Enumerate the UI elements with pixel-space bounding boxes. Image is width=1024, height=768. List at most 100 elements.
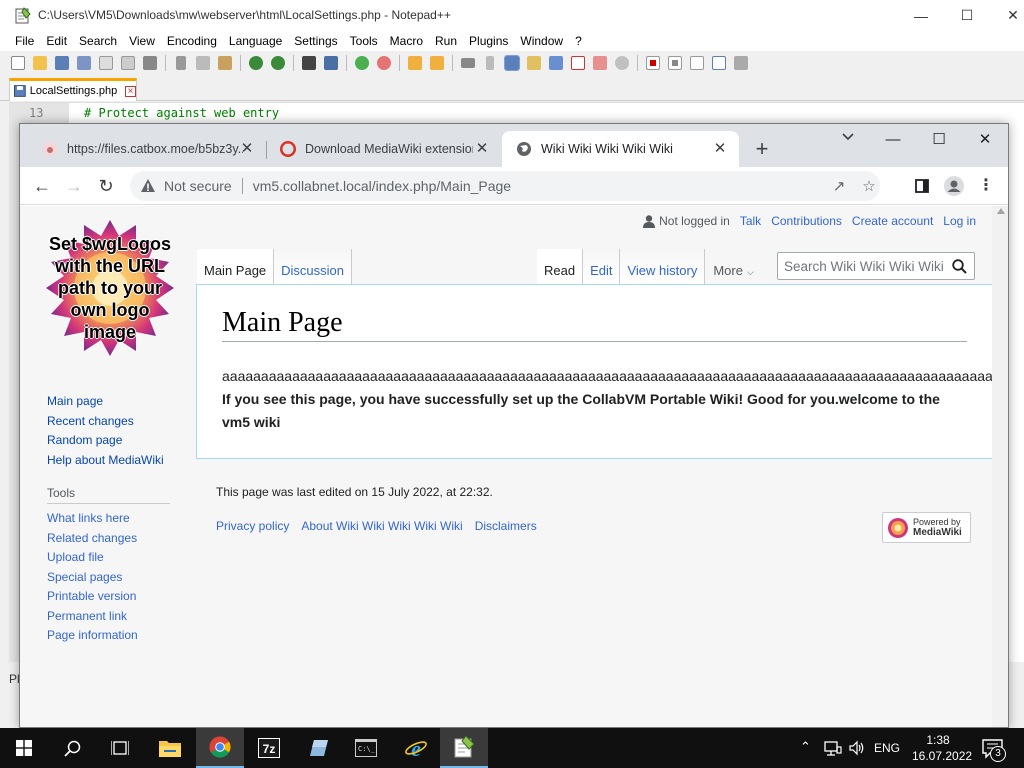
npp-menu-run[interactable]: Run	[429, 34, 463, 48]
chrome-minimize-button[interactable]: —	[870, 124, 916, 154]
page-scrollbar[interactable]	[992, 206, 1008, 727]
taskbar-file-explorer[interactable]	[146, 728, 194, 768]
taskbar-search-button[interactable]	[48, 728, 96, 768]
reload-button[interactable]: ↻	[92, 172, 120, 200]
privacy-policy-link[interactable]: Privacy policy	[216, 519, 289, 533]
more-menu[interactable]: More ⌵	[705, 249, 761, 285]
close-file-icon[interactable]	[96, 54, 116, 72]
npp-titlebar[interactable]: C:\Users\VM5\Downloads\mw\webserver\html…	[0, 0, 1024, 31]
find-icon[interactable]	[299, 54, 319, 72]
tab-main-page[interactable]: Main Page	[197, 249, 275, 285]
monitoring-icon[interactable]	[612, 54, 632, 72]
tab-close-icon[interactable]: ✕	[473, 140, 491, 158]
share-icon[interactable]: ↗	[830, 178, 848, 196]
chrome-tabstrip[interactable]: https://files.catbox.moe/b5bz3y... ✕ Dow…	[20, 124, 1008, 167]
taskbar-7zip[interactable]: 7z	[245, 728, 293, 768]
tab-view-history[interactable]: View history	[620, 249, 706, 285]
record-macro-icon[interactable]	[643, 54, 663, 72]
sidebar-item-random-page[interactable]: Random page	[47, 431, 164, 451]
open-file-icon[interactable]	[30, 54, 50, 72]
save-macro-icon[interactable]	[731, 54, 751, 72]
bookmark-star-icon[interactable]: ☆	[860, 178, 878, 196]
replace-icon[interactable]	[321, 54, 341, 72]
npp-tab-close-icon[interactable]: ×	[125, 85, 136, 97]
npp-close-button[interactable]: ✕	[990, 0, 1024, 31]
network-icon[interactable]	[824, 739, 842, 757]
taskbar-internet-explorer[interactable]: e	[392, 728, 440, 768]
paste-icon[interactable]	[215, 54, 235, 72]
input-language-indicator[interactable]: ENG	[874, 741, 900, 755]
indent-guide-icon[interactable]	[502, 54, 522, 72]
not-secure-label[interactable]: Not secure	[164, 178, 232, 194]
taskbar-app[interactable]	[294, 728, 342, 768]
npp-maximize-button[interactable]: ☐	[944, 0, 990, 31]
npp-menu-window[interactable]: Window	[514, 34, 569, 48]
npp-menu-help[interactable]: ?	[569, 34, 588, 48]
new-file-icon[interactable]	[8, 54, 28, 72]
taskbar-chrome[interactable]	[196, 728, 244, 768]
close-all-icon[interactable]	[118, 54, 138, 72]
show-all-chars-icon[interactable]	[480, 54, 500, 72]
npp-menu-language[interactable]: Language	[223, 34, 288, 48]
address-bar[interactable]: Not secure vm5.collabnet.local/index.php…	[130, 171, 880, 201]
doc-map-icon[interactable]	[546, 54, 566, 72]
search-icon[interactable]	[952, 259, 967, 274]
sidebar-item-main-page[interactable]: Main page	[47, 392, 164, 412]
system-clock[interactable]: 1:38 16.07.2022	[912, 732, 972, 764]
stop-macro-icon[interactable]	[665, 54, 685, 72]
contributions-link[interactable]: Contributions	[771, 214, 842, 228]
sidebar-item-what-links-here[interactable]: What links here	[47, 509, 138, 529]
volume-icon[interactable]	[848, 739, 866, 757]
npp-menu-plugins[interactable]: Plugins	[463, 34, 514, 48]
tab-discussion[interactable]: Discussion	[274, 249, 353, 285]
redo-icon[interactable]	[268, 54, 288, 72]
side-panel-icon[interactable]	[908, 172, 936, 200]
sidebar-item-printable-version[interactable]: Printable version	[47, 587, 138, 607]
udl-icon[interactable]	[524, 54, 544, 72]
chrome-maximize-button[interactable]: ☐	[916, 124, 962, 154]
log-in-link[interactable]: Log in	[943, 214, 976, 228]
wiki-logo[interactable]: Set $wgLogos with the URL path to your o…	[40, 218, 180, 358]
start-button[interactable]	[0, 728, 48, 768]
back-button[interactable]: ←	[28, 172, 56, 200]
sidebar-item-page-information[interactable]: Page information	[47, 626, 138, 646]
search-input[interactable]	[784, 258, 946, 274]
folder-workspace-icon[interactable]	[590, 54, 610, 72]
taskbar-notepadpp[interactable]	[440, 728, 488, 768]
chrome-close-button[interactable]: ✕	[962, 124, 1008, 154]
npp-minimize-button[interactable]: —	[898, 0, 944, 31]
new-tab-button[interactable]: +	[748, 136, 776, 164]
create-account-link[interactable]: Create account	[852, 214, 933, 228]
show-hidden-icons-button[interactable]: ⌃	[800, 739, 811, 755]
cut-icon[interactable]	[171, 54, 191, 72]
talk-link[interactable]: Talk	[740, 214, 761, 228]
word-wrap-icon[interactable]	[458, 54, 478, 72]
undo-icon[interactable]	[246, 54, 266, 72]
npp-menu-macro[interactable]: Macro	[384, 34, 429, 48]
npp-menu-view[interactable]: View	[123, 34, 161, 48]
npp-menu-edit[interactable]: Edit	[40, 34, 73, 48]
taskbar-cmd[interactable]: C:\_	[342, 728, 390, 768]
tab-edit[interactable]: Edit	[583, 249, 621, 285]
about-link[interactable]: About Wiki Wiki Wiki Wiki Wiki	[301, 519, 462, 533]
save-icon[interactable]	[52, 54, 72, 72]
tab-search-icon[interactable]	[834, 130, 862, 152]
sidebar-item-help[interactable]: Help about MediaWiki	[47, 451, 164, 471]
sidebar-item-related-changes[interactable]: Related changes	[47, 529, 138, 549]
npp-menu-encoding[interactable]: Encoding	[161, 34, 223, 48]
zoom-in-icon[interactable]	[352, 54, 372, 72]
scroll-up-arrow-icon[interactable]	[997, 208, 1005, 214]
play-macro-icon[interactable]	[687, 54, 707, 72]
chrome-tab-mediawiki-download[interactable]: Download MediaWiki extension ✕	[266, 131, 501, 167]
sidebar-item-permanent-link[interactable]: Permanent link	[47, 607, 138, 627]
url-text[interactable]: vm5.collabnet.local/index.php/Main_Page	[253, 178, 511, 194]
tab-close-icon[interactable]: ✕	[238, 140, 256, 158]
forward-button[interactable]: →	[60, 172, 88, 200]
function-list-icon[interactable]	[568, 54, 588, 72]
save-all-icon[interactable]	[74, 54, 94, 72]
sidebar-item-recent-changes[interactable]: Recent changes	[47, 412, 164, 432]
sidebar-item-upload-file[interactable]: Upload file	[47, 548, 138, 568]
sync-vertical-icon[interactable]	[405, 54, 425, 72]
npp-menu-file[interactable]: File	[9, 34, 40, 48]
zoom-out-icon[interactable]	[374, 54, 394, 72]
